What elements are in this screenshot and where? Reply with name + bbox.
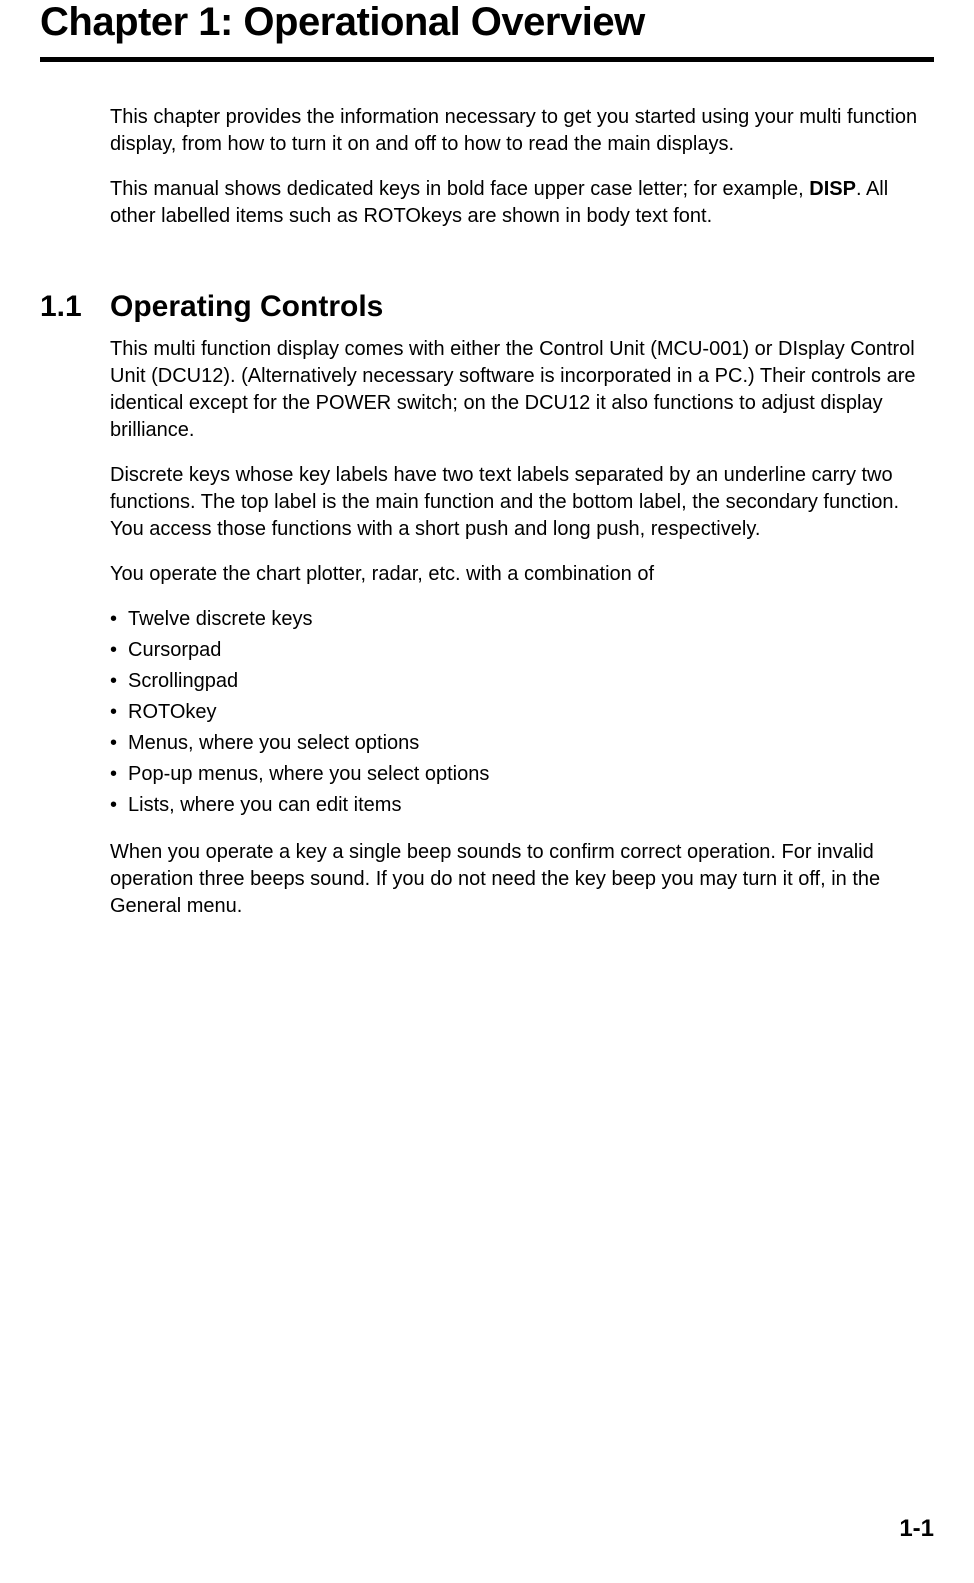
chapter-title: Chapter 1: Operational Overview: [40, 0, 934, 62]
list-item: •Scrollingpad: [110, 666, 924, 697]
list-item: •Twelve discrete keys: [110, 604, 924, 635]
bullet-icon: •: [110, 604, 128, 635]
bullet-icon: •: [110, 666, 128, 697]
bullet-icon: •: [110, 728, 128, 759]
key-example: DISP: [809, 178, 856, 200]
list-item: •Menus, where you select options: [110, 728, 924, 759]
page-number: 1-1: [899, 1515, 934, 1543]
bullet-icon: •: [110, 635, 128, 666]
bullet-icon: •: [110, 759, 128, 790]
list-item: •Lists, where you can edit items: [110, 790, 924, 821]
list-item: •Pop-up menus, where you select options: [110, 759, 924, 790]
intro-paragraph-2: This manual shows dedicated keys in bold…: [110, 176, 924, 230]
bullet-list: •Twelve discrete keys •Cursorpad •Scroll…: [110, 604, 924, 821]
section-number: 1.1: [40, 290, 110, 324]
bullet-text: Pop-up menus, where you select options: [128, 759, 924, 790]
section-paragraph-1: This multi function display comes with e…: [110, 336, 924, 444]
bullet-text: Cursorpad: [128, 635, 924, 666]
bullet-text: Scrollingpad: [128, 666, 924, 697]
bullet-icon: •: [110, 790, 128, 821]
section-paragraph-4: When you operate a key a single beep sou…: [110, 839, 924, 920]
bullet-icon: •: [110, 697, 128, 728]
bullet-text: Lists, where you can edit items: [128, 790, 924, 821]
section-paragraph-2: Discrete keys whose key labels have two …: [110, 462, 924, 543]
list-item: •Cursorpad: [110, 635, 924, 666]
bullet-text: Twelve discrete keys: [128, 604, 924, 635]
list-item: •ROTOkey: [110, 697, 924, 728]
section-title: Operating Controls: [110, 290, 934, 324]
section-header: 1.1 Operating Controls: [40, 290, 934, 324]
intro-paragraph-1: This chapter provides the information ne…: [110, 104, 924, 158]
bullet-text: ROTOkey: [128, 697, 924, 728]
intro-text-a: This manual shows dedicated keys in bold…: [110, 178, 809, 200]
section-paragraph-3: You operate the chart plotter, radar, et…: [110, 561, 924, 588]
bullet-text: Menus, where you select options: [128, 728, 924, 759]
